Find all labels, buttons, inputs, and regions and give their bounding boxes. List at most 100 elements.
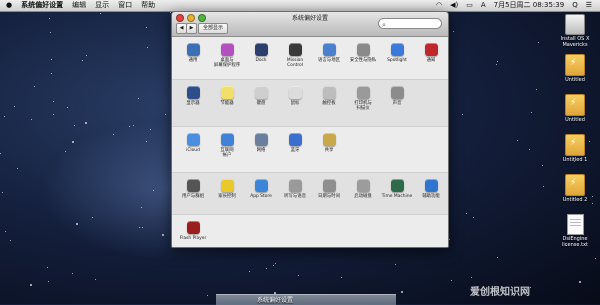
pref-pane[interactable]: Flash Player: [176, 221, 210, 241]
pref-pane[interactable]: Mission Control: [278, 43, 312, 68]
bluetooth-icon: [288, 133, 302, 146]
pref-pane[interactable]: Spotlight: [380, 43, 414, 63]
pref-pane-label: 共享: [324, 148, 334, 153]
pref-pane[interactable]: 安全性与隐私: [346, 43, 380, 63]
desktop-icon-license-txt[interactable]: DsiEngine license.txt: [552, 214, 598, 248]
pref-pane-label: 通知: [426, 58, 436, 63]
apple-menu-icon[interactable]: ●: [6, 0, 12, 11]
pref-pane-label: 鼠标: [290, 101, 300, 106]
app-menu[interactable]: 系统偏好设置: [21, 0, 63, 11]
pref-pane[interactable]: 听写与语音: [278, 179, 312, 199]
desktop-icon-install-os-x[interactable]: Install OS X Mavericks: [552, 14, 598, 48]
pref-pane[interactable]: 打印机与 扫描仪: [346, 86, 380, 111]
search-icon: ⌕: [382, 21, 386, 29]
pref-pane-label: 通用: [188, 58, 198, 63]
pref-pane-label: Time Machine: [381, 194, 413, 199]
startup-disk-icon: [356, 179, 370, 192]
pref-pane-label: 键盘: [256, 101, 266, 106]
desktop-icon-untitled-b[interactable]: Untitled: [552, 94, 598, 123]
pref-pane[interactable]: App Store: [244, 179, 278, 199]
battery-icon[interactable]: ▭: [466, 0, 473, 11]
time-machine-icon: [390, 179, 404, 192]
pref-pane-label: iCloud: [186, 148, 200, 153]
show-all-button[interactable]: 全部显示: [198, 23, 228, 34]
menu-clock[interactable]: 7月5日周二 08:35:39: [494, 0, 565, 11]
pref-pane-label: 显示器: [186, 101, 200, 106]
pref-pane[interactable]: 桌面与 屏幕保护程序: [210, 43, 244, 68]
pref-pane[interactable]: 键盘: [244, 86, 278, 106]
pref-pane[interactable]: 共享: [312, 133, 346, 153]
desktop-icon-untitled-2[interactable]: Untitled 2: [552, 174, 598, 203]
sound-icon: [390, 86, 404, 99]
desktop-icon-label: Install OS X Mavericks: [560, 36, 590, 48]
pref-pane[interactable]: 语言与地区: [312, 43, 346, 63]
wifi-icon[interactable]: ◠: [436, 0, 442, 11]
desktop-icon-label: Untitled: [565, 77, 585, 83]
menu-edit[interactable]: 编辑: [72, 0, 86, 11]
usb-drive-icon: [565, 54, 585, 76]
desktop-icon-untitled[interactable]: Untitled: [552, 54, 598, 83]
menu-help[interactable]: 帮助: [141, 0, 155, 11]
forward-button[interactable]: ▶: [186, 23, 197, 34]
search-input[interactable]: ⌕: [378, 18, 442, 29]
pref-pane[interactable]: 蓝牙: [278, 133, 312, 153]
language-icon: [322, 43, 336, 56]
pref-pane[interactable]: 声音: [380, 86, 414, 106]
spotlight-menu-icon[interactable]: Q: [572, 0, 578, 11]
pref-pane-label: 启动磁盘: [354, 194, 372, 199]
installer-disk-icon: [565, 14, 585, 35]
pref-pane-label: 桌面与 屏幕保护程序: [213, 58, 241, 68]
menu-view[interactable]: 显示: [95, 0, 109, 11]
pref-pane[interactable]: 鼠标: [278, 86, 312, 106]
desktop-icon-untitled-1[interactable]: Untitled 1: [552, 134, 598, 163]
notification-center-icon[interactable]: ☰: [586, 0, 592, 11]
pref-pane[interactable]: 通用: [176, 43, 210, 63]
pref-pane[interactable]: 通知: [414, 43, 448, 63]
pref-pane-label: 语言与地区: [318, 58, 340, 63]
pref-pane[interactable]: Dock: [244, 43, 278, 63]
general-icon: [186, 43, 200, 56]
pref-pane-label: 家长控制: [218, 194, 236, 199]
dictation-icon: [288, 179, 302, 192]
section-hardware: 显示器 节能器 键盘 鼠标 触控板 打印机与 扫描仪 声音: [172, 79, 448, 127]
input-source-menu[interactable]: A: [481, 0, 486, 11]
pref-pane-label: 辅助功能: [422, 194, 440, 199]
pref-pane-label: 打印机与 扫描仪: [354, 101, 372, 111]
pref-pane-label: 蓝牙: [290, 148, 300, 153]
pref-pane[interactable]: 触控板: [312, 86, 346, 106]
section-other: Flash Player: [172, 214, 448, 247]
pref-pane[interactable]: 网络: [244, 133, 278, 153]
parental-controls-icon: [220, 179, 234, 192]
usb-drive-icon: [565, 134, 585, 156]
energy-saver-icon: [220, 86, 234, 99]
pref-pane[interactable]: 显示器: [176, 86, 210, 106]
spotlight-icon: [390, 43, 404, 56]
pref-pane[interactable]: 日期与时间: [312, 179, 346, 199]
section-internet: iCloud 互联网 帐户 网络 蓝牙 共享: [172, 126, 448, 173]
pref-pane-label: 网络: [256, 148, 266, 153]
pref-pane[interactable]: 启动磁盘: [346, 179, 380, 199]
pref-pane-label: 安全性与隐私: [349, 58, 377, 63]
pref-pane-label: Flash Player: [179, 236, 207, 241]
desktop-icon: [220, 43, 234, 56]
pref-pane[interactable]: 用户与群组: [176, 179, 210, 199]
pref-pane-label: 声音: [392, 101, 402, 106]
section-personal: 通用 桌面与 屏幕保护程序 Dock Mission Control 语言与地区 安全性与…: [172, 37, 448, 79]
watermark: 爱创根知识网: [470, 287, 530, 298]
pref-pane-label: 互联网 帐户: [220, 148, 234, 158]
printers-icon: [356, 86, 370, 99]
pref-pane[interactable]: 互联网 帐户: [210, 133, 244, 158]
volume-icon[interactable]: ◀): [450, 0, 458, 11]
security-icon: [356, 43, 370, 56]
pref-pane[interactable]: Time Machine: [380, 179, 414, 199]
pref-pane[interactable]: 辅助功能: [414, 179, 448, 199]
pref-pane[interactable]: 节能器: [210, 86, 244, 106]
keyboard-icon: [254, 86, 268, 99]
dock[interactable]: [216, 294, 396, 305]
usb-drive-icon: [565, 174, 585, 196]
pref-pane[interactable]: 家长控制: [210, 179, 244, 199]
pref-pane[interactable]: iCloud: [176, 133, 210, 153]
date-time-icon: [322, 179, 336, 192]
notifications-icon: [424, 43, 438, 56]
menu-window[interactable]: 窗口: [118, 0, 132, 11]
